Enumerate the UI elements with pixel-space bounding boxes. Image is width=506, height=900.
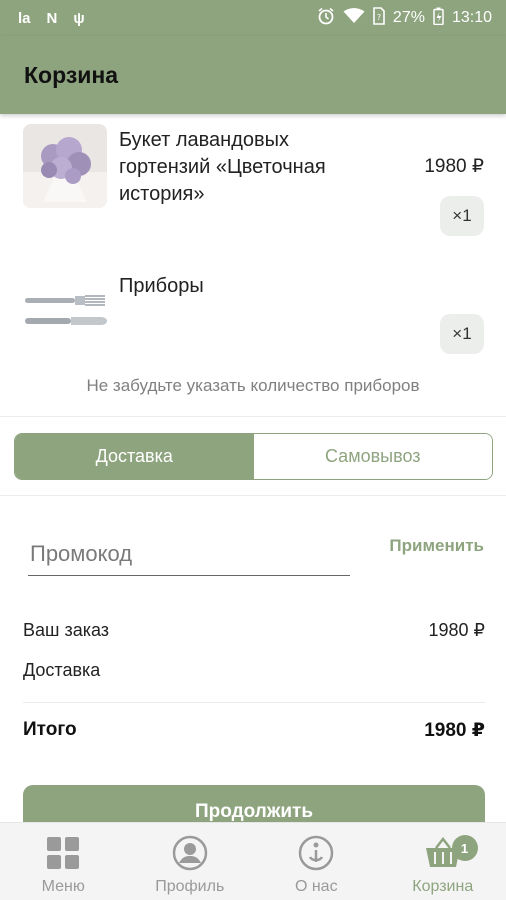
item-name: Букет лавандовых гортензий «Цветочная ис…	[119, 129, 326, 205]
divider	[0, 495, 506, 496]
svg-text:?: ?	[377, 13, 381, 22]
delivery-summary-row: Доставка	[23, 660, 485, 681]
info-icon	[296, 833, 336, 873]
pickup-tab[interactable]: Самовывоз	[253, 434, 492, 479]
n-icon: N	[46, 9, 58, 27]
page-title: Корзина	[24, 61, 119, 88]
sim-icon: ?	[373, 6, 385, 30]
quantity-button[interactable]: ×1	[440, 196, 484, 236]
total-value: 1980 ₽	[424, 720, 485, 741]
battery-percent: 27%	[392, 9, 425, 26]
delivery-tab[interactable]: Доставка	[15, 434, 254, 479]
nav-label: Профиль	[155, 878, 225, 895]
clock: 13:10	[451, 9, 492, 26]
item-name: Приборы	[119, 275, 204, 297]
quantity-button[interactable]: ×1	[440, 314, 484, 354]
apply-promo-button[interactable]: Применить	[389, 536, 484, 556]
nav-label: Меню	[41, 878, 85, 895]
alarm-icon	[317, 7, 335, 30]
cart-item[interactable]: Приборы ×1	[0, 270, 506, 360]
grid-icon	[43, 833, 83, 873]
battery-icon	[433, 7, 444, 30]
usb-icon: ψ	[73, 9, 85, 27]
nav-item-menu[interactable]: Меню	[0, 823, 127, 900]
delivery-toggle[interactable]: Доставка Самовывоз	[14, 433, 493, 480]
nav-label: О нас	[294, 878, 338, 895]
status-bar: la N ψ ? 27% 13:10	[0, 0, 506, 36]
bouquet-image	[23, 124, 107, 208]
nav-item-about[interactable]: О нас	[253, 823, 380, 900]
cutlery-image	[23, 272, 107, 356]
wifi-icon	[343, 7, 365, 29]
delivery-label: Доставка	[23, 660, 101, 680]
total-row: Итого 1980 ₽	[23, 719, 485, 742]
divider	[0, 416, 506, 417]
la-icon: la	[18, 9, 31, 27]
nav-label: Корзина	[412, 878, 474, 895]
profile-icon	[170, 833, 210, 873]
cart-count-badge: 1	[451, 835, 478, 861]
bottom-nav: Меню Профиль О нас 1 Корзина	[0, 822, 506, 900]
divider	[23, 702, 485, 703]
nav-item-profile[interactable]: Профиль	[127, 823, 254, 900]
app-bar: Корзина	[0, 36, 506, 114]
promo-code-input[interactable]	[28, 532, 350, 576]
order-value: 1980 ₽	[428, 620, 486, 640]
order-summary-row: Ваш заказ 1980 ₽	[23, 620, 485, 641]
order-label: Ваш заказ	[23, 620, 110, 640]
cutlery-hint: Не забудьте указать количество приборов	[86, 376, 420, 395]
total-label: Итого	[23, 719, 77, 740]
item-price: 1980 ₽	[424, 156, 484, 177]
cart-item[interactable]: Букет лавандовых гортензий «Цветочная ис…	[0, 124, 506, 244]
nav-item-cart[interactable]: 1 Корзина	[380, 823, 506, 900]
